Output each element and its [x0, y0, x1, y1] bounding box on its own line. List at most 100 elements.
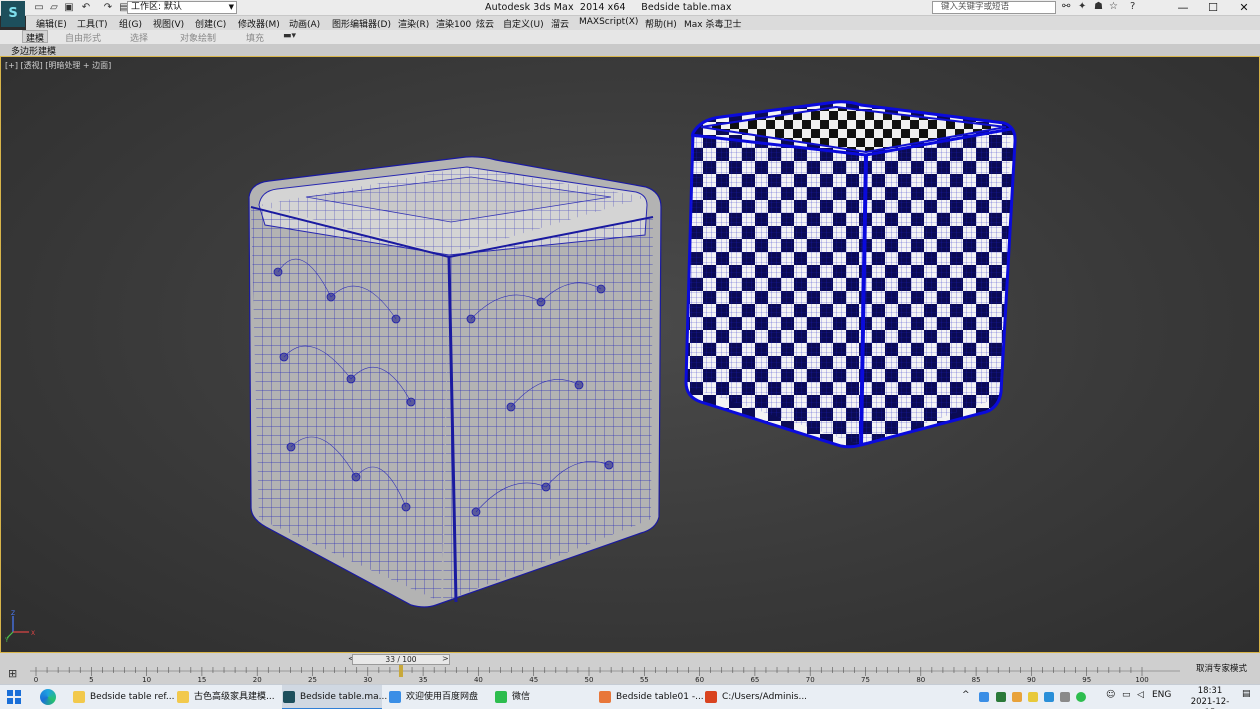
- wechat-tray-icon[interactable]: [1076, 692, 1086, 702]
- menu-animation[interactable]: 动画(A): [289, 17, 320, 30]
- help-icon[interactable]: ?: [1130, 1, 1135, 12]
- timeline-tick-label: 100: [1135, 676, 1148, 683]
- binoculars-icon[interactable]: ⚯: [1062, 1, 1070, 12]
- menu-create[interactable]: 创建(C): [195, 17, 226, 30]
- taskbar-item-label: C:/Users/Adminis...: [722, 692, 808, 702]
- window-title: Autodesk 3ds Max 2014 x64 Bedside table.…: [485, 2, 732, 13]
- time-slider[interactable]: 33 / 100: [352, 654, 450, 665]
- close-button[interactable]: ✕: [1229, 0, 1259, 16]
- taskbar-item-0[interactable]: Bedside table ref...: [72, 685, 175, 709]
- status-text[interactable]: 取消专家模式: [1196, 662, 1247, 674]
- taskbar-item-6[interactable]: C:/Users/Adminis...: [704, 685, 808, 709]
- timeline-tick-label: 55: [640, 676, 649, 683]
- timeline-tick-label: 60: [695, 676, 704, 683]
- clock[interactable]: 18:31 2021-12-15: [1186, 686, 1234, 709]
- tray-app-icon[interactable]: [1028, 692, 1038, 702]
- menu-maxscript[interactable]: MAXScript(X): [579, 17, 638, 27]
- taskbar-item-5[interactable]: Bedside table01 -...: [598, 685, 704, 709]
- taskbar-item-2[interactable]: Bedside table.ma...: [282, 685, 387, 709]
- windows-start-icon[interactable]: [6, 689, 22, 705]
- workspace-label: 工作区: 默认: [131, 2, 182, 12]
- notification-icon[interactable]: ▤: [1242, 689, 1251, 699]
- timeline-tick-label: 50: [585, 676, 594, 683]
- perspective-viewport[interactable]: [+] [透视] [明暗处理 + 边面] X Y Z: [0, 56, 1260, 653]
- timeline-tick-label: 95: [1082, 676, 1091, 683]
- timeline-tick-label: 5: [89, 676, 93, 683]
- taskbar-item-label: 古色高级家具建模...: [194, 692, 275, 702]
- menu-group[interactable]: 组(G): [119, 17, 142, 30]
- checker-uv-model[interactable]: [684, 100, 1017, 449]
- tray-app-icon[interactable]: [1060, 692, 1070, 702]
- app-window: S ▭ ▱ ▣ ↶ ↷ ▤ 工作区: 默认 ▼ Autodesk 3ds Max…: [0, 0, 1260, 709]
- timeline: < 33 / 100 > 051015202530354045505560657…: [0, 653, 1260, 684]
- ribbon-panel-bar: 多边形建模: [0, 44, 1260, 57]
- clock-time: 18:31: [1197, 686, 1223, 696]
- wechat-icon: [495, 691, 507, 703]
- search-input[interactable]: 键入关键字或短语: [932, 1, 1056, 14]
- menu-graph-editors[interactable]: 图形编辑器(D): [332, 17, 391, 30]
- user-icon[interactable]: ☗: [1094, 1, 1103, 12]
- baidu-netdisk-icon: [389, 691, 401, 703]
- menu-max-antivirus[interactable]: Max 杀毒卫士: [684, 17, 741, 30]
- taskbar-item-label: 欢迎使用百度网盘: [406, 692, 479, 702]
- chevron-down-icon: ▼: [228, 3, 234, 11]
- person-icon[interactable]: ☺: [1106, 690, 1115, 700]
- tab-object-paint[interactable]: 对象绘制: [180, 31, 216, 44]
- menu-modifiers[interactable]: 修改器(M): [238, 17, 280, 30]
- tools-icon[interactable]: ✦: [1078, 1, 1086, 12]
- tray-app-icon[interactable]: [1044, 692, 1054, 702]
- clock-date: 2021-12-15: [1190, 697, 1230, 709]
- playhead[interactable]: [398, 665, 403, 677]
- menu-customize[interactable]: 自定义(U): [503, 17, 544, 30]
- windows-taskbar: Bedside table ref... 古色高级家具建模... Bedside…: [0, 684, 1260, 709]
- frame-indicator: 33 / 100: [385, 655, 417, 664]
- star-icon[interactable]: ☆: [1109, 1, 1118, 12]
- save-icon[interactable]: ▣: [62, 1, 76, 14]
- tray-expand-icon[interactable]: ^: [962, 690, 970, 700]
- minimize-button[interactable]: —: [1168, 0, 1198, 16]
- timeline-tick-label: 45: [529, 676, 538, 683]
- menu-liuyun[interactable]: 溜云: [551, 17, 569, 30]
- timeline-track[interactable]: 0 5 10 15 20 25 30 35 40 45 50 55 60 65 70 75 80 85 90 95 10…: [30, 665, 1180, 683]
- app-logo[interactable]: S: [1, 1, 25, 27]
- menu-tools[interactable]: 工具(T): [77, 17, 108, 30]
- timeline-tick-label: 35: [419, 676, 428, 683]
- ribbon-options-icon[interactable]: ▬▾: [283, 31, 296, 41]
- menu-help[interactable]: 帮助(H): [645, 17, 677, 30]
- timeline-tick-label: 65: [750, 676, 759, 683]
- taskbar-item-3[interactable]: 欢迎使用百度网盘: [388, 685, 488, 709]
- tab-populate[interactable]: 填充: [246, 31, 264, 44]
- menu-xuanyun[interactable]: 炫云: [476, 17, 494, 30]
- axis-y-label: Y: [5, 637, 9, 642]
- menu-edit[interactable]: 编辑(E): [36, 17, 67, 30]
- tray-app-icon[interactable]: [979, 692, 989, 702]
- network-icon[interactable]: ▭: [1122, 690, 1131, 700]
- next-frame-arrow-icon[interactable]: >: [442, 654, 449, 663]
- taskbar-item-1[interactable]: 古色高级家具建模...: [176, 685, 280, 709]
- ribbon-tabs: 建模 自由形式 选择 对象绘制 填充 ▬▾: [0, 30, 1260, 44]
- tab-selection[interactable]: 选择: [130, 31, 148, 44]
- volume-icon[interactable]: ◁: [1137, 690, 1144, 700]
- tufted-ottoman-model[interactable]: [248, 156, 662, 608]
- undo-icon[interactable]: ↶: [79, 1, 93, 14]
- menu-view[interactable]: 视图(V): [153, 17, 184, 30]
- input-language[interactable]: ENG: [1152, 690, 1171, 700]
- new-icon[interactable]: ▭: [32, 1, 46, 14]
- tab-freeform[interactable]: 自由形式: [65, 31, 101, 44]
- menu-bar: 编辑(E) 工具(T) 组(G) 视图(V) 创建(C) 修改器(M) 动画(A…: [26, 16, 1260, 30]
- workspace-select[interactable]: 工作区: 默认 ▼: [127, 1, 237, 14]
- menu-render100[interactable]: 渲染100: [436, 17, 471, 30]
- tab-modeling[interactable]: 建模: [22, 30, 49, 44]
- tray-app-icon[interactable]: [1012, 692, 1022, 702]
- tray-app-icon[interactable]: [996, 692, 1006, 702]
- timeline-tick-label: 10: [142, 676, 151, 683]
- maximize-button[interactable]: ☐: [1198, 0, 1228, 16]
- redo-icon[interactable]: ↷: [101, 1, 115, 14]
- menu-rendering[interactable]: 渲染(R): [398, 17, 429, 30]
- edge-icon[interactable]: [40, 689, 56, 705]
- open-icon[interactable]: ▱: [47, 1, 61, 14]
- folder-icon: [73, 691, 85, 703]
- mini-listener-icon[interactable]: ⊞: [8, 667, 17, 680]
- terminal-icon: [705, 691, 717, 703]
- taskbar-item-4[interactable]: 微信: [494, 685, 594, 709]
